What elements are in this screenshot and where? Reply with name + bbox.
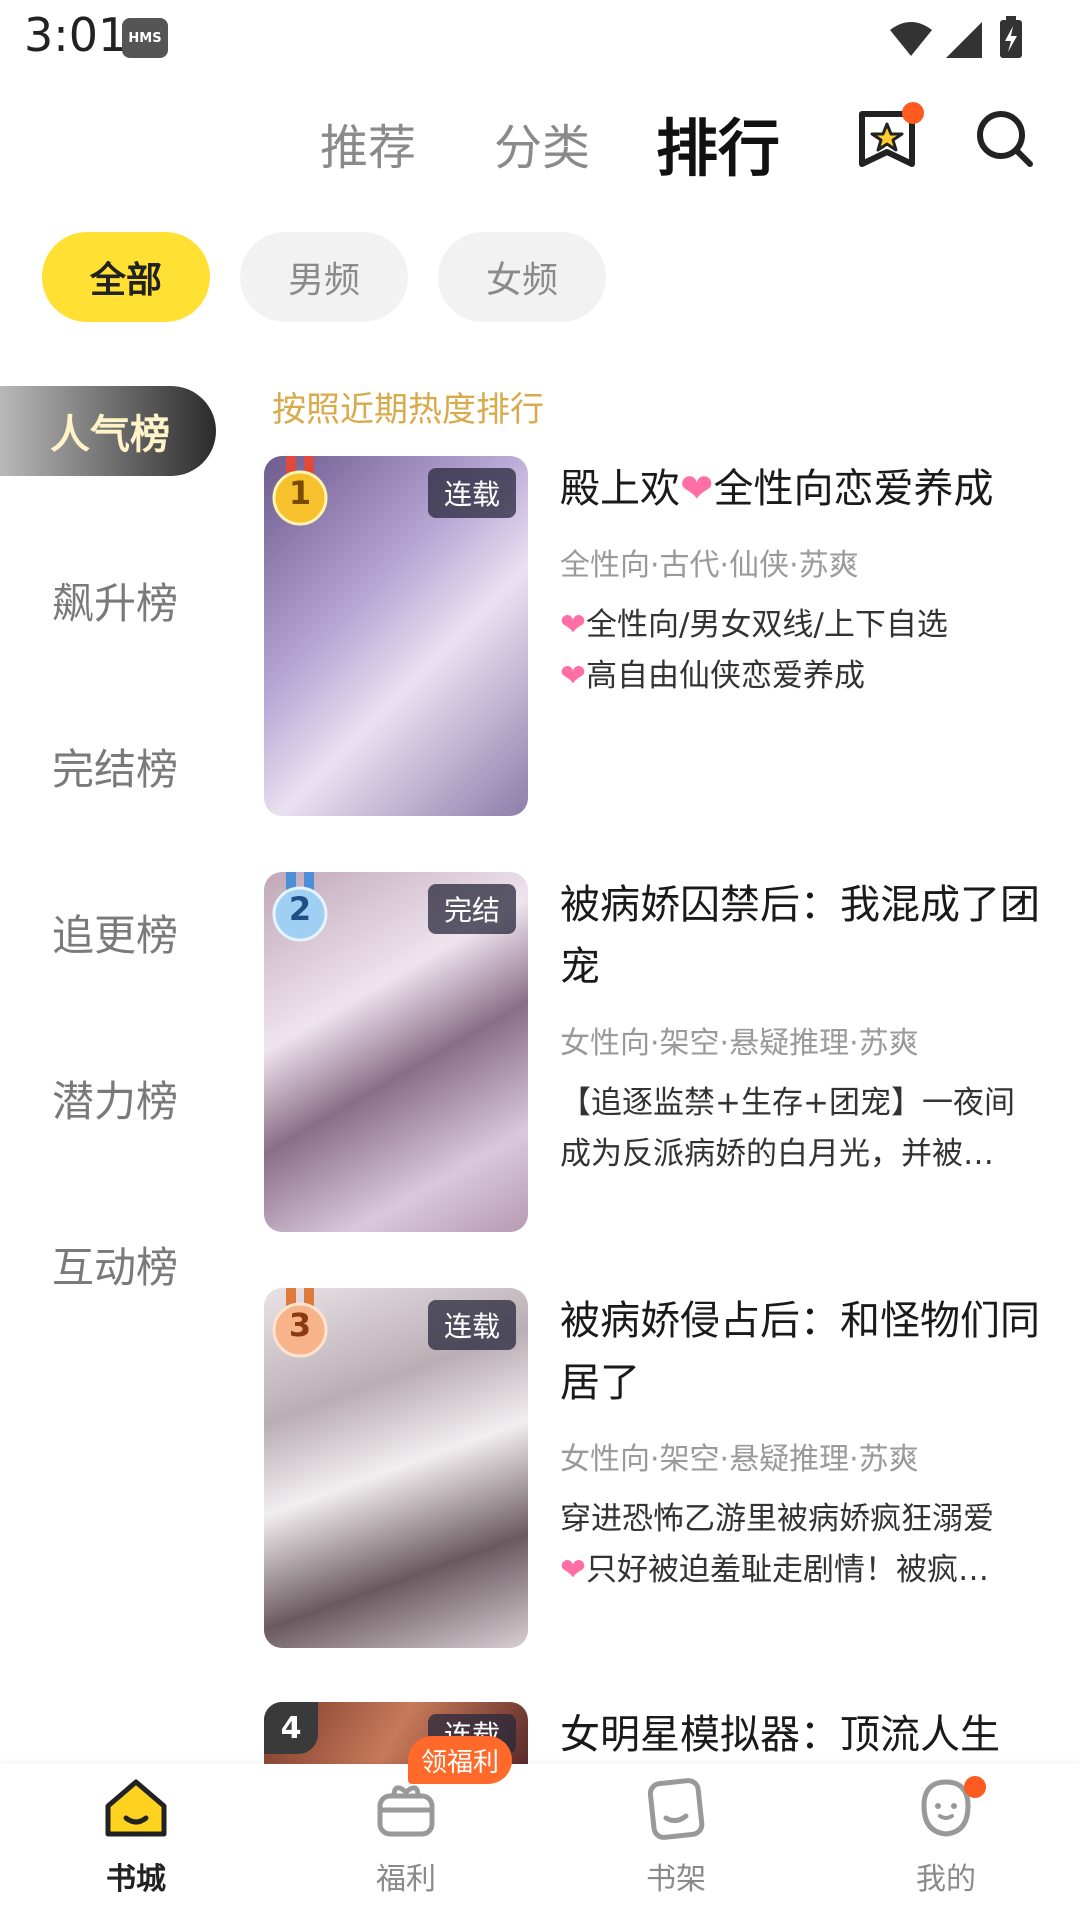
filter-male[interactable]: 男频 [240, 232, 408, 322]
book-cover-2[interactable]: 2 完结 [264, 872, 528, 1232]
rank-number: 2 [288, 890, 312, 928]
status-icons [890, 16, 1022, 58]
book-cover-3[interactable]: 3 连载 [264, 1288, 528, 1648]
search-button[interactable] [974, 108, 1036, 170]
tab-recommend[interactable]: 推荐 [320, 108, 416, 178]
book-title-part: 殿上欢 [560, 466, 680, 512]
notification-dot [902, 102, 924, 124]
book-status-badge: 完结 [428, 884, 516, 934]
book-title-2[interactable]: 被病娇囚禁后：我混成了团宠 [560, 874, 1040, 998]
category-following[interactable]: 追更榜 [52, 902, 178, 963]
book-tags-1: 全性向·古代·仙侠·苏爽 [560, 548, 859, 583]
bookmark-star-button[interactable] [856, 102, 924, 170]
category-completed[interactable]: 完结榜 [52, 736, 178, 797]
book-tags-2: 女性向·架空·悬疑推理·苏爽 [560, 1026, 919, 1061]
signal-icon [946, 22, 982, 58]
heart-icon: ❤ [560, 607, 586, 643]
status-time: 3:01 [24, 8, 128, 62]
category-popular[interactable]: 人气榜 [0, 386, 216, 476]
book-tags-3: 女性向·架空·悬疑推理·苏爽 [560, 1442, 919, 1477]
book-desc-1: ❤全性向/男女双线/上下自选 ❤高自由仙侠恋爱养成 [560, 600, 1040, 702]
filter-female[interactable]: 女频 [438, 232, 606, 322]
rank-number: 3 [288, 1306, 312, 1344]
tab-category[interactable]: 分类 [494, 108, 590, 178]
bookshelf-icon [647, 1778, 705, 1840]
book-title-part: 全性向恋爱养成 [713, 466, 994, 512]
desc-line: 穿进恐怖乙游里被病娇疯狂溺爱 [560, 1501, 994, 1537]
ranking-hint: 按照近期热度排行 [272, 390, 544, 430]
rank-number: 4 [264, 1702, 318, 1754]
book-cover-1[interactable]: 1 连载 [264, 456, 528, 816]
home-icon [105, 1779, 167, 1837]
nav-profile[interactable]: 我的 [876, 1772, 1016, 1912]
category-rising[interactable]: 飙升榜 [52, 570, 178, 631]
heart-icon: ❤ [680, 466, 714, 512]
heart-icon: ❤ [560, 1552, 586, 1588]
nav-bookstore[interactable]: 书城 [66, 1772, 206, 1912]
welfare-badge[interactable]: 领福利 [408, 1736, 512, 1784]
nav-welfare[interactable]: 福利 [336, 1772, 476, 1912]
book-desc-2: 【追逐监禁+生存+团宠】一夜间 成为反派病娇的白月光，并被… [560, 1078, 1040, 1180]
category-interactive[interactable]: 互动榜 [52, 1234, 178, 1295]
book-title-1[interactable]: 殿上欢❤全性向恋爱养成 [560, 458, 1040, 520]
heart-icon: ❤ [560, 658, 586, 694]
desc-line: 【追逐监禁+生存+团宠】一夜间 [560, 1085, 1015, 1121]
nav-label: 书城 [106, 1862, 166, 1897]
category-potential[interactable]: 潜力榜 [52, 1068, 178, 1129]
hms-icon: HMS [122, 18, 168, 58]
notification-dot [964, 1776, 986, 1798]
book-desc-3: 穿进恐怖乙游里被病娇疯狂溺爱 ❤只好被迫羞耻走剧情！被疯… [560, 1494, 1040, 1596]
book-title-4[interactable]: 女明星模拟器：顶流人生 [560, 1704, 1040, 1766]
wifi-icon [890, 22, 932, 56]
nav-bookshelf[interactable]: 书架 [606, 1772, 746, 1912]
filter-all[interactable]: 全部 [42, 232, 210, 322]
book-title-3[interactable]: 被病娇侵占后：和怪物们同居了 [560, 1290, 1040, 1414]
rank-number: 1 [288, 474, 312, 512]
search-icon [977, 111, 1033, 167]
book-status-badge: 连载 [428, 1300, 516, 1350]
nav-label: 福利 [376, 1862, 436, 1897]
nav-label: 书架 [646, 1862, 706, 1897]
tab-ranking[interactable]: 排行 [656, 98, 780, 188]
desc-line: 只好被迫羞耻走剧情！被疯… [585, 1552, 989, 1588]
battery-icon [1000, 16, 1022, 58]
book-status-badge: 连载 [428, 468, 516, 518]
desc-line: 高自由仙侠恋爱养成 [585, 658, 865, 694]
desc-line: 成为反派病娇的白月光，并被… [560, 1136, 994, 1172]
nav-label: 我的 [916, 1862, 976, 1897]
desc-line: 全性向/男女双线/上下自选 [585, 607, 948, 643]
